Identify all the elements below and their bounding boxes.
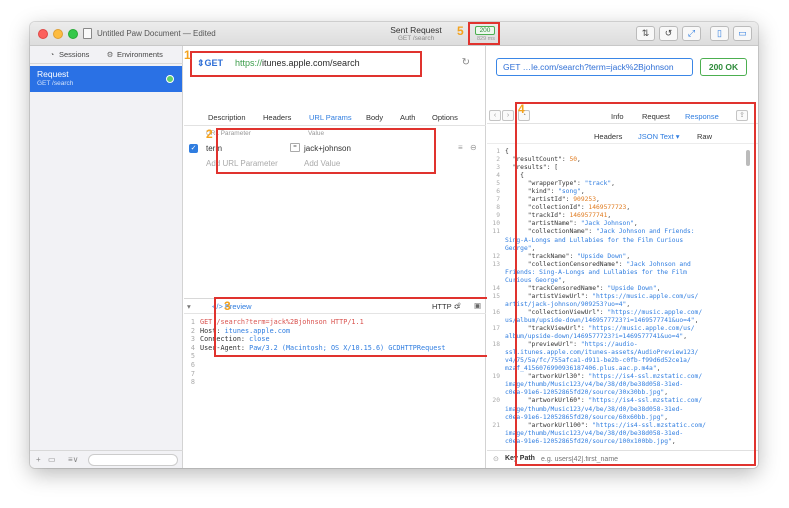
line-number: 1 xyxy=(190,318,195,326)
titlebar: Untitled Paw Document — Edited Sent Requ… xyxy=(30,22,758,46)
add-request-button[interactable]: + xyxy=(36,455,41,464)
line-number: 2 xyxy=(190,326,195,335)
line-number: 2 xyxy=(496,156,500,164)
tab-headers[interactable]: Headers xyxy=(263,113,291,122)
annotation-number: 5 xyxy=(457,24,464,38)
line-number: 7 xyxy=(190,369,195,378)
tab-sessions-label: Sessions xyxy=(59,50,90,59)
line-number: 8 xyxy=(190,378,195,387)
line-number: 12 xyxy=(492,252,500,260)
environments-icon: ⚙ xyxy=(106,50,114,59)
line-number: 5 xyxy=(190,352,195,361)
forward-icon[interactable]: › xyxy=(502,110,514,121)
tab-body[interactable]: Body xyxy=(366,113,383,122)
remove-param-icon[interactable]: ⊖ xyxy=(470,143,477,152)
line-number: 21 xyxy=(492,421,500,429)
back-icon[interactable]: ‹ xyxy=(489,110,501,121)
line-number: 6 xyxy=(190,360,195,369)
sort-icon[interactable]: ⇅ xyxy=(636,26,655,41)
tab-options[interactable]: Options xyxy=(432,113,458,122)
preview-line: 8 xyxy=(186,378,446,387)
line-number: 20 xyxy=(492,397,500,405)
highlight-box-5 xyxy=(468,22,500,45)
tab-url-params[interactable]: URL Params xyxy=(309,113,352,122)
clock-icon: ◔ xyxy=(49,50,55,59)
request-tabs: Description Headers URL Params Body Auth… xyxy=(184,110,486,126)
add-group-icon[interactable]: ▭ xyxy=(48,455,56,464)
line-number: 17 xyxy=(492,325,500,333)
highlight-box-3 xyxy=(214,297,507,357)
sent-request-subtitle: GET /search xyxy=(397,35,435,42)
reload-icon[interactable]: ↻ xyxy=(462,57,470,68)
collapse-icon[interactable]: ▾ xyxy=(187,302,191,311)
filter-button[interactable]: ≡∨ xyxy=(68,455,79,464)
sent-request-title: Sent Request xyxy=(390,25,442,35)
highlight-box-2 xyxy=(216,128,436,174)
toggle-bottom-pane-icon[interactable]: ▭ xyxy=(733,26,752,41)
response-url-field[interactable]: GET …le.com/search?term=jack%2Bjohnson xyxy=(496,58,693,76)
line-number: 1 xyxy=(496,148,500,155)
line-number: 19 xyxy=(492,373,500,381)
request-name: Request xyxy=(37,69,69,79)
line-number: 7 xyxy=(496,196,500,204)
line-number: 6 xyxy=(496,188,500,196)
highlight-box-4 xyxy=(515,102,756,466)
line-number: 16 xyxy=(492,308,500,316)
response-status-badge[interactable]: 200 OK xyxy=(700,58,747,76)
preview-line: 6 xyxy=(186,361,446,370)
tab-auth[interactable]: Auth xyxy=(400,113,415,122)
sidebar: ◔ Sessions ⚙ Environments Request GET /sea… xyxy=(30,46,183,468)
request-subtitle: GET /search xyxy=(37,80,74,87)
code-generator-icon[interactable]: ⤢ xyxy=(682,26,701,41)
line-number: 4 xyxy=(496,172,500,180)
param-options-icon[interactable]: ≡ xyxy=(458,143,463,152)
line-number: 8 xyxy=(496,204,500,212)
param-enabled-checkbox[interactable]: ✓ xyxy=(189,144,198,153)
zoom-window-button[interactable] xyxy=(68,29,78,39)
line-number: 11 xyxy=(492,228,500,236)
tab-sessions[interactable]: ◔ Sessions xyxy=(48,50,90,59)
line-number: 14 xyxy=(492,284,500,292)
line-number: 10 xyxy=(492,220,500,228)
document-icon xyxy=(83,28,92,39)
request-status-dot xyxy=(166,75,174,83)
tab-description[interactable]: Description xyxy=(208,113,246,122)
app-window: Untitled Paw Document — Edited Sent Requ… xyxy=(30,22,758,468)
request-editor: ⇕GET https://itunes.apple.com/search ↻ 1… xyxy=(184,46,507,468)
sidebar-bottom-bar: + ▭ ≡∨ xyxy=(30,450,183,468)
line-number: 9 xyxy=(496,212,500,220)
sidebar-item-request[interactable]: Request GET /search xyxy=(30,66,182,92)
close-window-button[interactable] xyxy=(38,29,48,39)
lasso-icon[interactable]: ↺ xyxy=(659,26,678,41)
annotation-number: 2 xyxy=(206,127,213,141)
annotation-number: 3 xyxy=(224,299,231,313)
sidebar-tabs: ◔ Sessions ⚙ Environments xyxy=(30,46,183,64)
tab-environments-label: Environments xyxy=(117,50,163,59)
preview-line: 7 xyxy=(186,370,446,379)
line-number: 5 xyxy=(496,180,500,188)
line-number: 15 xyxy=(492,292,500,300)
line-number: 18 xyxy=(492,341,500,349)
annotation-number: 1 xyxy=(184,48,191,62)
minimize-window-button[interactable] xyxy=(53,29,63,39)
sidebar-search-input[interactable] xyxy=(88,454,178,466)
highlight-box-1 xyxy=(190,51,422,77)
tab-environments[interactable]: ⚙ Environments xyxy=(106,50,163,59)
line-number: 4 xyxy=(190,343,195,352)
keypath-icon: ⊙ xyxy=(493,456,499,463)
toggle-sidebar-icon[interactable]: ▯ xyxy=(710,26,729,41)
annotation-number: 4 xyxy=(518,102,525,116)
line-number: 3 xyxy=(190,335,195,344)
line-number: 3 xyxy=(496,164,500,172)
code-token: { xyxy=(505,148,509,155)
line-number: 13 xyxy=(492,260,500,268)
document-title: Untitled Paw Document — Edited xyxy=(97,29,216,38)
